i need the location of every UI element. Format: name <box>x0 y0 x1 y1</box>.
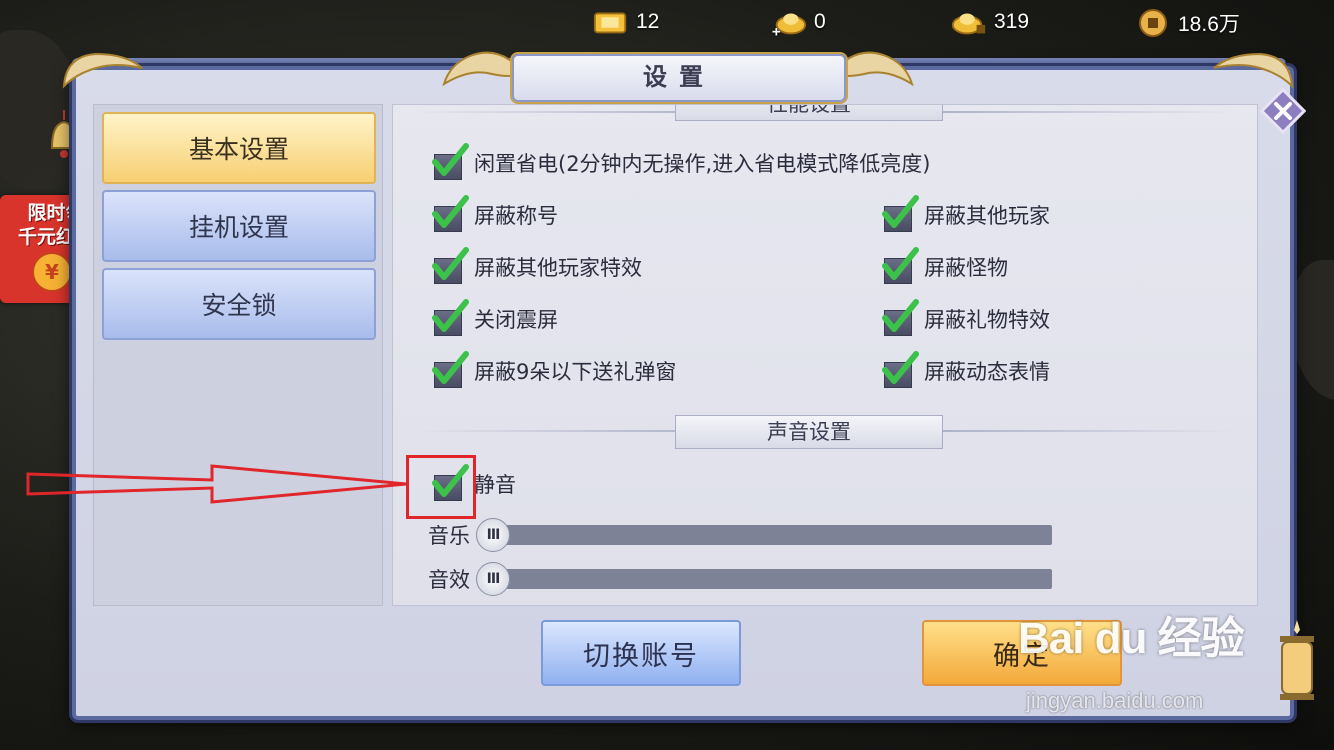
option-label: 屏蔽其他玩家特效 <box>474 256 642 280</box>
option-label: 屏蔽礼物特效 <box>924 308 1050 332</box>
dialog-title: 设置 <box>512 54 846 102</box>
option-label: 静音 <box>474 473 516 497</box>
checkmark-icon <box>432 299 469 332</box>
option-label: 屏蔽其他玩家 <box>924 204 1050 228</box>
tab-security-lock[interactable]: 安全锁 <box>102 268 376 340</box>
option-hide-player-effects[interactable]: 屏蔽其他玩家特效 <box>432 247 642 284</box>
checkbox[interactable] <box>432 299 469 336</box>
checkbox[interactable] <box>432 143 469 180</box>
currency-value: 12 <box>636 10 660 33</box>
currency-value: 319 <box>994 10 1030 33</box>
option-hide-gift-popups[interactable]: 屏蔽9朵以下送礼弹窗 <box>432 351 677 388</box>
slider-handle[interactable]: III <box>476 518 510 552</box>
checkbox[interactable] <box>882 351 919 388</box>
option-hide-titles[interactable]: 屏蔽称号 <box>432 195 558 232</box>
switch-account-button[interactable]: 切换账号 <box>541 620 741 686</box>
copper-coin-icon <box>1134 9 1172 37</box>
checkmark-icon <box>882 351 919 384</box>
option-label: 屏蔽怪物 <box>924 256 1008 280</box>
music-volume-slider[interactable]: III <box>476 518 1052 552</box>
svg-text:+: + <box>772 23 781 37</box>
option-disable-screen-shake[interactable]: 关闭震屏 <box>432 299 558 336</box>
sfx-volume-slider[interactable]: III <box>476 562 1052 596</box>
music-volume-row: 音乐 III <box>428 518 1052 552</box>
checkmark-icon <box>882 247 919 280</box>
currency-vip-gold[interactable]: 12 <box>592 8 659 36</box>
option-label: 闲置省电(2分钟内无操作,进入省电模式降低亮度) <box>474 152 931 176</box>
option-label: 关闭震屏 <box>474 308 558 332</box>
bound-gold-ingot-icon: + <box>770 8 808 37</box>
currency-copper[interactable]: 18.6万 <box>1134 8 1240 38</box>
option-hide-monsters[interactable]: 屏蔽怪物 <box>882 247 1008 284</box>
annotation-highlight-box <box>406 455 476 519</box>
option-hide-other-players[interactable]: 屏蔽其他玩家 <box>882 195 1050 232</box>
checkmark-icon <box>432 143 469 176</box>
option-label: 屏蔽动态表情 <box>924 360 1050 384</box>
vip-gold-ingot-icon <box>592 8 630 36</box>
watermark-url: jingyan.baidu.com <box>1026 688 1204 713</box>
lantern-icon[interactable] <box>1272 620 1322 710</box>
option-hide-gift-effects[interactable]: 屏蔽礼物特效 <box>882 299 1050 336</box>
checkmark-icon <box>882 195 919 228</box>
currency-locked-gold[interactable]: 319 <box>950 8 1029 36</box>
checkbox[interactable] <box>882 247 919 284</box>
option-idle-power-save[interactable]: 闲置省电(2分钟内无操作,进入省电模式降低亮度) <box>432 143 931 180</box>
option-label: 屏蔽9朵以下送礼弹窗 <box>474 360 677 384</box>
checkbox[interactable] <box>882 299 919 336</box>
checkbox[interactable] <box>882 195 919 232</box>
sfx-volume-row: 音效 III <box>428 562 1052 596</box>
watermark-brand: Bai du 经验 <box>1018 614 1245 663</box>
music-label: 音乐 <box>428 524 470 548</box>
checkmark-icon <box>432 195 469 228</box>
annotation-arrow-icon <box>26 464 407 504</box>
option-label: 屏蔽称号 <box>474 204 558 228</box>
checkbox[interactable] <box>432 351 469 388</box>
checkbox[interactable] <box>432 247 469 284</box>
currency-bound-gold[interactable]: + 0 <box>770 8 826 37</box>
section-heading-performance: 性能设置 <box>675 105 943 121</box>
locked-gold-ingot-icon <box>950 8 988 36</box>
close-icon[interactable] <box>1260 88 1306 134</box>
slider-handle[interactable]: III <box>476 562 510 596</box>
tab-afk-settings[interactable]: 挂机设置 <box>102 190 376 262</box>
checkmark-icon <box>432 351 469 384</box>
yuan-coin-icon: ¥ <box>32 252 72 292</box>
currency-value: 18.6万 <box>1178 13 1240 36</box>
section-heading-sound: 声音设置 <box>675 415 943 449</box>
checkmark-icon <box>882 299 919 332</box>
tab-basic-settings[interactable]: 基本设置 <box>102 112 376 184</box>
option-hide-animated-emotes[interactable]: 屏蔽动态表情 <box>882 351 1050 388</box>
sfx-label: 音效 <box>428 568 470 592</box>
currency-value: 0 <box>814 10 826 33</box>
checkmark-icon <box>432 247 469 280</box>
checkbox[interactable] <box>432 195 469 232</box>
baidu-watermark: Bai du 经验 jingyan.baidu.com <box>1018 602 1245 713</box>
corner-ornament-left-icon <box>62 52 143 89</box>
background-rock <box>1290 260 1334 400</box>
